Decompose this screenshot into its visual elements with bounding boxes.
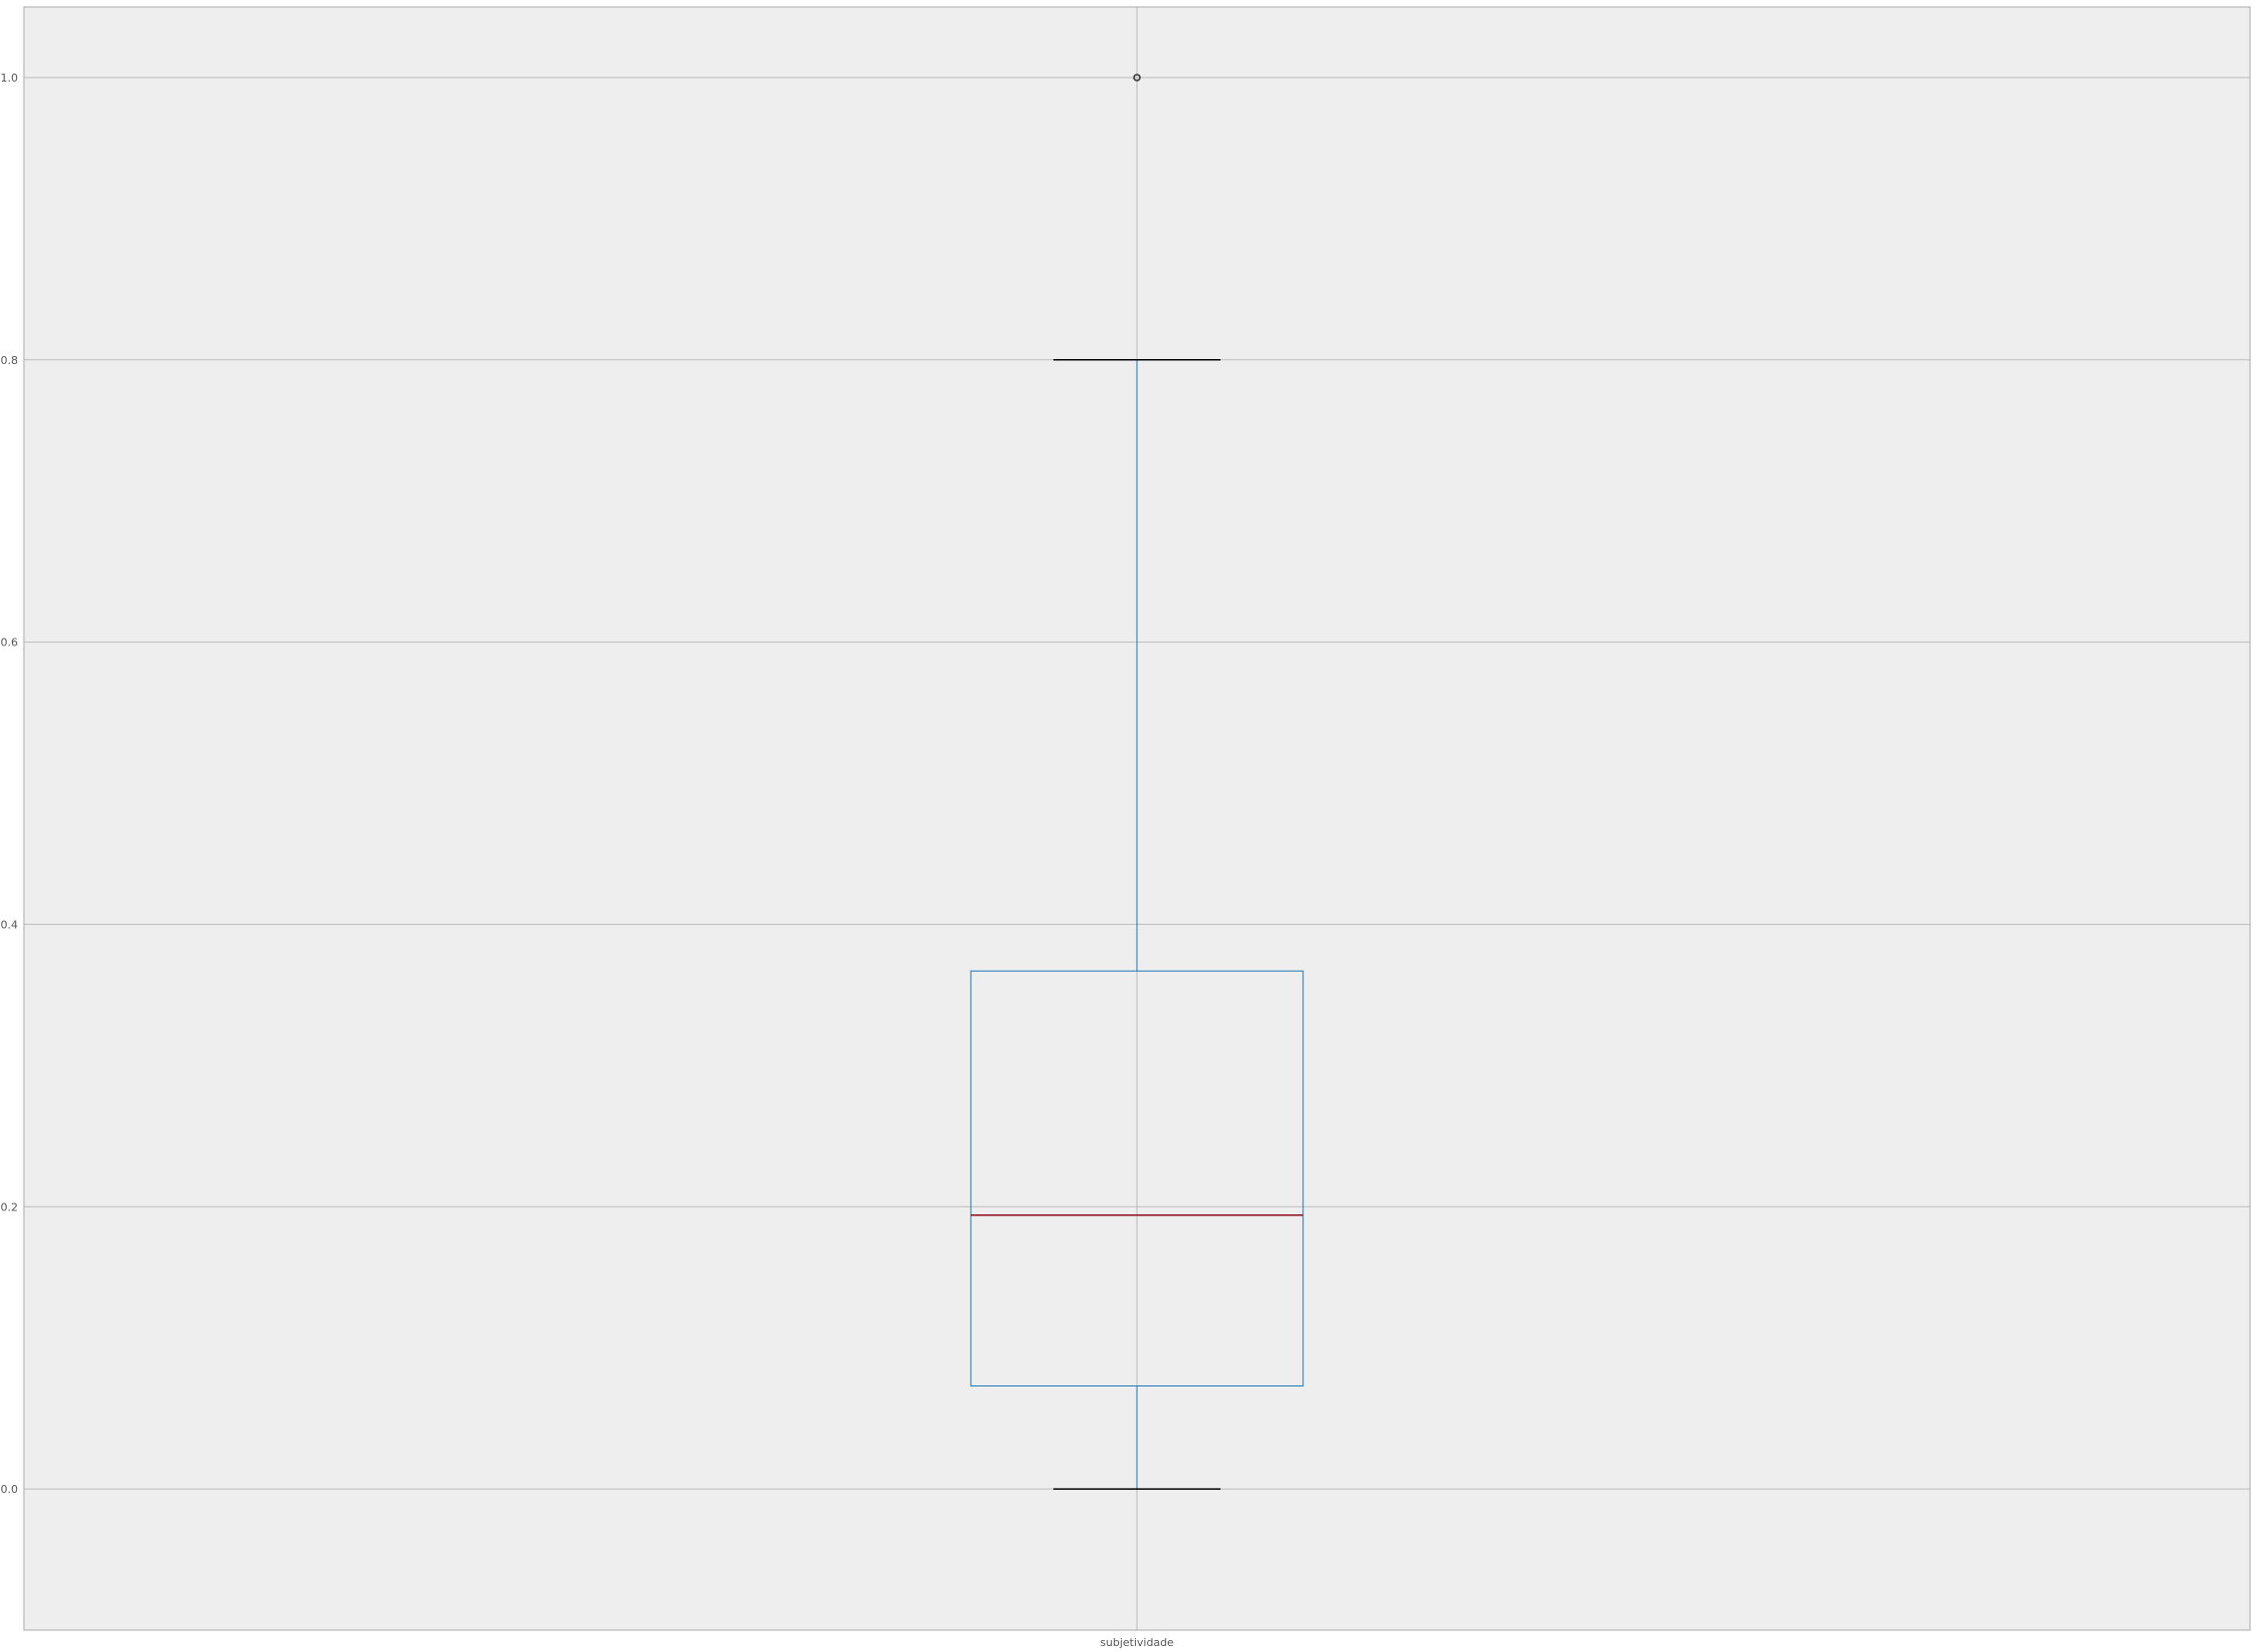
y-tick-label: 0.4 <box>1 918 19 931</box>
y-tick-label: 1.0 <box>1 72 19 85</box>
boxplot-chart: 0.0 0.2 0.4 0.6 0.8 1.0 subjetividade <box>1 6 2251 1649</box>
y-tick-label: 0.2 <box>1 1200 19 1213</box>
y-tick-label: 0.0 <box>1 1483 19 1496</box>
y-tick-label: 0.6 <box>1 637 19 649</box>
x-tick-label: subjetividade <box>1100 1636 1174 1649</box>
y-tick-label: 0.8 <box>1 354 19 367</box>
